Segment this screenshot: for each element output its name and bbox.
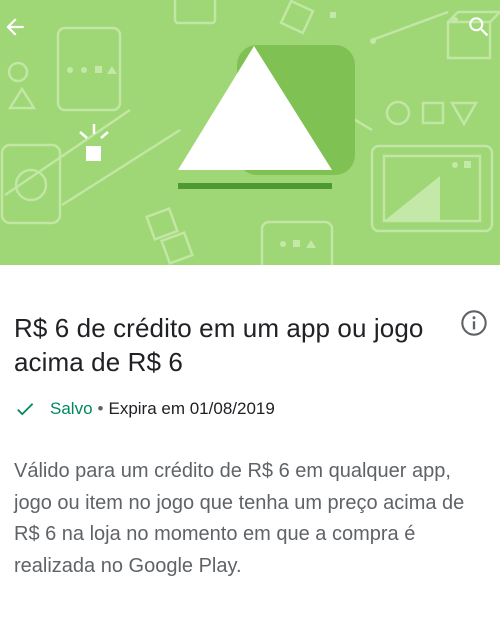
offer-hero-banner xyxy=(0,0,500,265)
check-icon xyxy=(14,398,36,420)
play-store-illustration xyxy=(0,0,500,265)
search-button[interactable] xyxy=(466,14,500,50)
offer-status-row: Salvo • Expira em 01/08/2019 xyxy=(14,396,275,422)
info-button[interactable] xyxy=(457,306,491,340)
separator-dot: • xyxy=(97,399,104,418)
offer-title: R$ 6 de crédito em um app ou jogo acima … xyxy=(14,313,424,377)
info-icon xyxy=(461,310,487,336)
search-icon xyxy=(469,17,489,37)
saved-status-label: Salvo xyxy=(50,399,93,418)
offer-description: Válido para um crédito de R$ 6 em qualqu… xyxy=(14,460,465,577)
back-button[interactable] xyxy=(2,14,38,50)
expiry-date-text: Expira em 01/08/2019 xyxy=(108,399,275,418)
arrow-left-icon xyxy=(6,18,24,36)
